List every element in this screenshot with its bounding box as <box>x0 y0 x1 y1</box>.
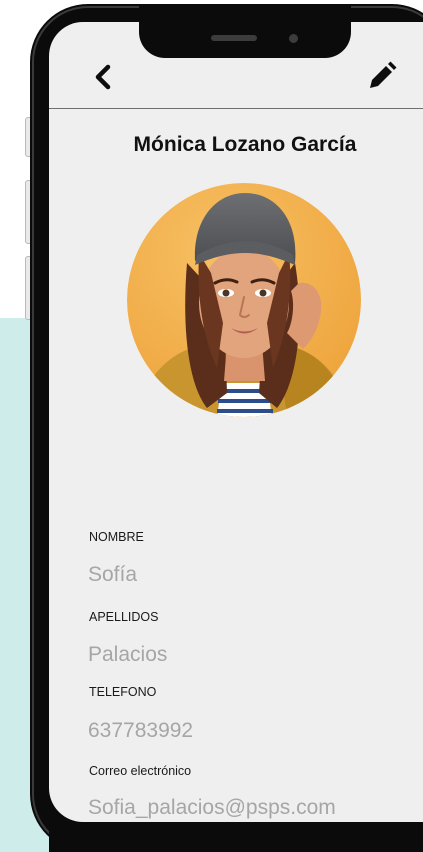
edit-button[interactable] <box>366 60 398 92</box>
header-divider <box>49 108 423 109</box>
last-name-label: APELLIDOS <box>89 610 159 624</box>
first-name-value[interactable]: Sofía <box>88 563 137 587</box>
speaker-grille <box>211 35 257 41</box>
phone-notch <box>139 4 351 58</box>
email-value[interactable]: Sofia_palacios@psps.com <box>88 796 336 820</box>
avatar <box>127 183 361 417</box>
back-button[interactable] <box>92 63 114 91</box>
mockup-stage: Mónica Lozano García NOMBRE Sofía APELLI… <box>0 0 423 852</box>
pencil-icon <box>370 61 397 88</box>
phone-value[interactable]: 637783992 <box>88 719 193 743</box>
email-label: Correo electrónico <box>89 764 192 778</box>
phone-bottom-bezel <box>49 822 423 852</box>
contact-name: Mónica Lozano García <box>133 133 357 156</box>
first-name-label: NOMBRE <box>89 530 144 544</box>
chevron-left-icon <box>95 64 111 90</box>
front-camera <box>289 34 298 43</box>
phone-label: TELEFONO <box>89 685 157 699</box>
last-name-value[interactable]: Palacios <box>88 643 167 667</box>
profile-photo <box>127 183 361 417</box>
